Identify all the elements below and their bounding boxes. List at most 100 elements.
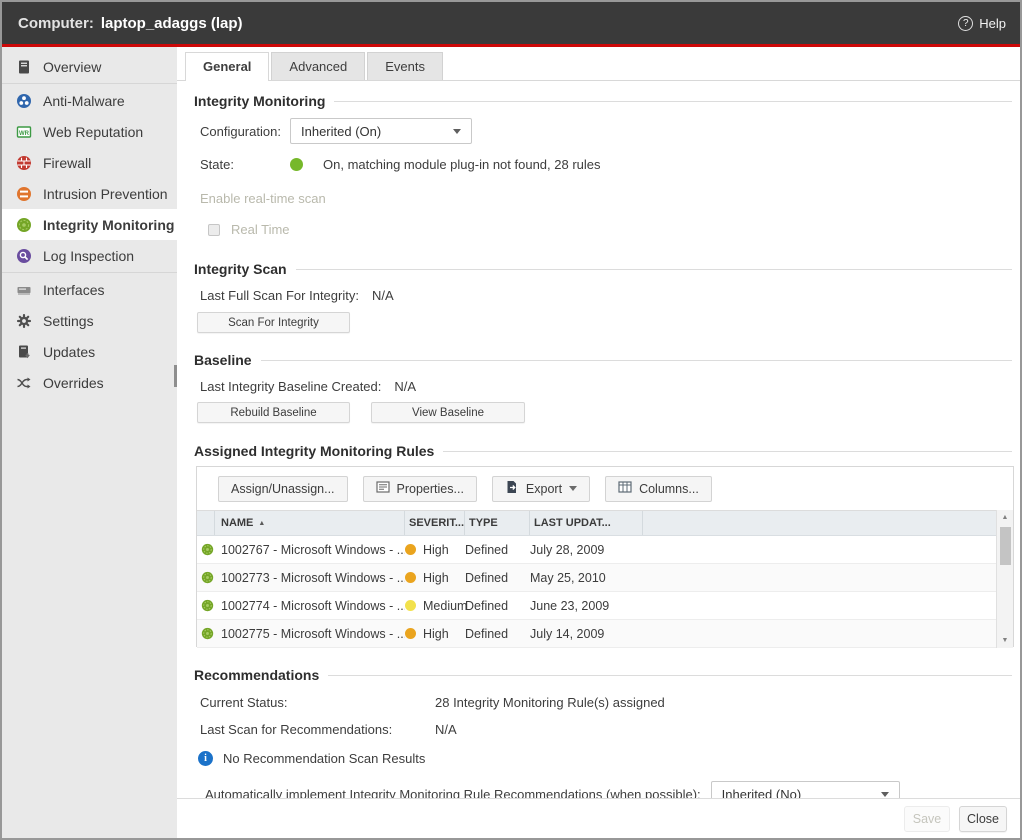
main-panel: General Advanced Events Integrity Monito… xyxy=(177,47,1020,838)
properties-icon xyxy=(376,480,390,497)
sidebar-item-intrusion-prevention[interactable]: Intrusion Prevention xyxy=(2,178,177,209)
auto-implement-select[interactable]: Inherited (No) xyxy=(711,781,900,798)
severity-label: High xyxy=(423,627,449,641)
severity-dot xyxy=(405,628,416,639)
enable-realtime-scan-label: Enable real-time scan xyxy=(194,191,1012,206)
sidebar-item-label: Overrides xyxy=(43,375,104,391)
rule-last-updated: June 23, 2009 xyxy=(530,599,643,613)
properties-button[interactable]: Properties... xyxy=(363,476,477,502)
sidebar-item-log-inspection[interactable]: Log Inspection xyxy=(2,240,177,271)
tab-general[interactable]: General xyxy=(185,52,269,81)
column-header-last-updated[interactable]: LAST UPDAT... xyxy=(530,511,643,535)
rule-name: 1002775 - Microsoft Windows - ... xyxy=(215,627,405,641)
sidebar: Overview Anti-Malware WR Web Reputation xyxy=(2,47,177,838)
rules-table-header: NAME▲ SEVERIT... TYPE LAST UPDAT... xyxy=(197,510,996,536)
severity-label: High xyxy=(423,571,449,585)
help-button[interactable]: ? Help xyxy=(958,16,1006,31)
last-baseline-value: N/A xyxy=(394,379,416,394)
column-header-name[interactable]: NAME▲ xyxy=(215,511,405,535)
table-row[interactable]: 1002773 - Microsoft Windows - ... High D… xyxy=(197,564,996,592)
tab-events[interactable]: Events xyxy=(367,52,443,80)
severity-dot xyxy=(405,600,416,611)
section-title-recommendations: Recommendations xyxy=(194,667,1012,683)
state-value: On, matching module plug-in not found, 2… xyxy=(323,157,601,172)
rule-type: Defined xyxy=(465,599,530,613)
sidebar-item-interfaces[interactable]: Interfaces xyxy=(2,274,177,305)
scan-for-integrity-button[interactable]: Scan For Integrity xyxy=(197,312,350,333)
column-header-severity[interactable]: SEVERIT... xyxy=(405,511,465,535)
export-button[interactable]: Export xyxy=(492,476,590,502)
save-button[interactable]: Save xyxy=(904,806,950,832)
table-row[interactable]: 1002767 - Microsoft Windows - ... High D… xyxy=(197,536,996,564)
view-baseline-button[interactable]: View Baseline xyxy=(371,402,525,423)
current-status-label: Current Status: xyxy=(200,695,435,710)
sidebar-item-settings[interactable]: Settings xyxy=(2,305,177,336)
configuration-value: Inherited (On) xyxy=(301,124,381,139)
web-reputation-icon: WR xyxy=(15,123,32,140)
state-on-indicator xyxy=(290,158,303,171)
severity-label: High xyxy=(423,543,449,557)
info-icon: i xyxy=(198,751,213,766)
last-full-scan-label: Last Full Scan For Integrity: xyxy=(200,288,359,303)
table-scrollbar[interactable]: ▲ ▼ xyxy=(996,510,1013,648)
rebuild-baseline-button[interactable]: Rebuild Baseline xyxy=(197,402,350,423)
sidebar-item-label: Web Reputation xyxy=(43,124,143,140)
integrity-rule-icon xyxy=(197,543,215,556)
close-button[interactable]: Close xyxy=(959,806,1007,832)
page-title-prefix: Computer: xyxy=(18,15,94,32)
severity-dot xyxy=(405,572,416,583)
sidebar-item-updates[interactable]: Updates xyxy=(2,336,177,367)
sidebar-item-web-reputation[interactable]: WR Web Reputation xyxy=(2,116,177,147)
sidebar-divider xyxy=(2,83,177,84)
sidebar-item-overrides[interactable]: Overrides xyxy=(2,367,177,398)
column-header-type[interactable]: TYPE xyxy=(465,511,530,535)
section-title-baseline: Baseline xyxy=(194,352,1012,368)
title-bar: Computer: laptop_adaggs (lap) ? Help xyxy=(2,2,1020,47)
real-time-checkbox[interactable] xyxy=(208,224,220,236)
rule-type: Defined xyxy=(465,627,530,641)
scroll-up-icon[interactable]: ▲ xyxy=(997,510,1013,525)
rule-last-updated: July 28, 2009 xyxy=(530,543,643,557)
sidebar-item-integrity-monitoring[interactable]: Integrity Monitoring xyxy=(2,209,177,240)
interfaces-icon xyxy=(15,281,32,298)
table-row[interactable]: 1002774 - Microsoft Windows - ... Medium… xyxy=(197,592,996,620)
intrusion-prevention-icon xyxy=(15,185,32,202)
severity-dot xyxy=(405,544,416,555)
help-label: Help xyxy=(979,16,1006,31)
tab-advanced[interactable]: Advanced xyxy=(271,52,365,80)
updates-icon xyxy=(15,343,32,360)
assign-unassign-button[interactable]: Assign/Unassign... xyxy=(218,476,348,502)
configuration-select[interactable]: Inherited (On) xyxy=(290,118,472,144)
log-inspection-icon xyxy=(15,247,32,264)
scrollbar-thumb[interactable] xyxy=(1000,527,1011,565)
last-recommendation-scan-value: N/A xyxy=(435,722,457,737)
section-title-assigned-rules: Assigned Integrity Monitoring Rules xyxy=(194,443,1012,459)
sidebar-item-label: Integrity Monitoring xyxy=(43,217,174,233)
rule-type: Defined xyxy=(465,571,530,585)
columns-button[interactable]: Columns... xyxy=(605,476,712,502)
rule-last-updated: July 14, 2009 xyxy=(530,627,643,641)
rule-type: Defined xyxy=(465,543,530,557)
sidebar-item-label: Settings xyxy=(43,313,94,329)
table-row[interactable]: 1002775 - Microsoft Windows - ... High D… xyxy=(197,620,996,648)
severity-label: Medium xyxy=(423,599,467,613)
rule-name: 1002773 - Microsoft Windows - ... xyxy=(215,571,405,585)
sidebar-item-label: Anti-Malware xyxy=(43,93,125,109)
rule-last-updated: May 25, 2010 xyxy=(530,571,643,585)
integrity-rule-icon xyxy=(197,599,215,612)
sidebar-divider xyxy=(2,272,177,273)
svg-text:WR: WR xyxy=(19,130,30,136)
tab-bar: General Advanced Events xyxy=(177,47,1020,81)
scroll-down-icon[interactable]: ▼ xyxy=(997,633,1013,648)
section-title-integrity-scan: Integrity Scan xyxy=(194,261,1012,277)
sidebar-item-overview[interactable]: Overview xyxy=(2,51,177,82)
chevron-down-icon xyxy=(569,486,577,491)
sidebar-item-anti-malware[interactable]: Anti-Malware xyxy=(2,85,177,116)
rules-toolbar: Assign/Unassign... Properties... Export xyxy=(197,467,1013,510)
sidebar-scrollbar-thumb[interactable] xyxy=(174,365,177,387)
overview-icon xyxy=(15,58,32,75)
sidebar-item-firewall[interactable]: Firewall xyxy=(2,147,177,178)
rule-name: 1002767 - Microsoft Windows - ... xyxy=(215,543,405,557)
last-baseline-label: Last Integrity Baseline Created: xyxy=(200,379,381,394)
assigned-rules-panel: Assign/Unassign... Properties... Export xyxy=(196,466,1014,647)
